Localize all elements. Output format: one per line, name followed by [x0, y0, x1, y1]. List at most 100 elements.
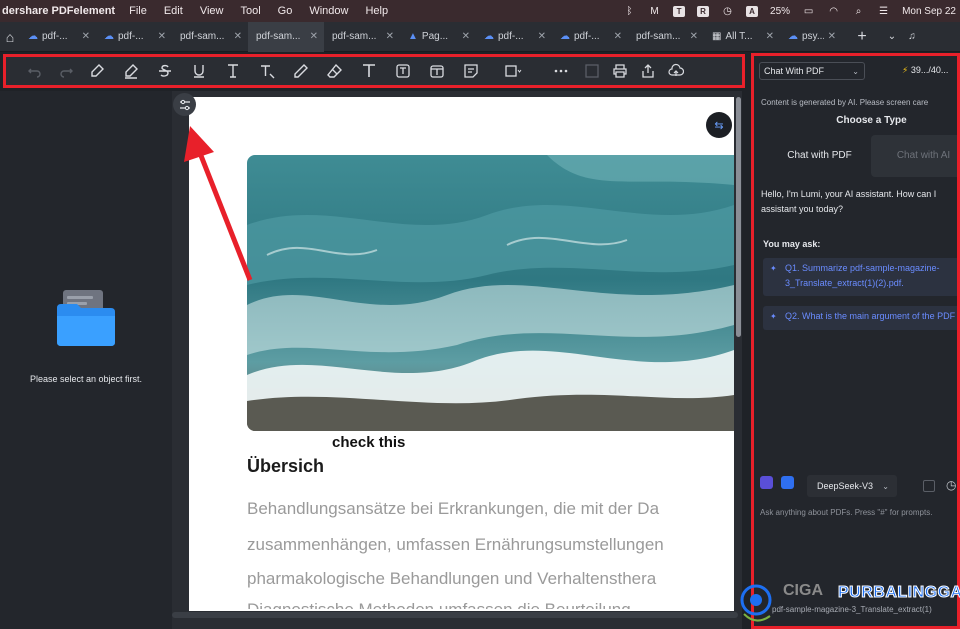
body-text-line[interactable]: Behandlungsansätze bei Erkrankungen, die…	[247, 499, 659, 519]
replace-text-icon[interactable]	[250, 58, 284, 84]
chevron-down-icon: ⌄	[882, 481, 889, 491]
share-icon[interactable]	[634, 58, 662, 84]
shape-rectangle-icon[interactable]	[488, 58, 538, 84]
close-icon[interactable]: ✕	[690, 31, 698, 42]
highlight-icon[interactable]	[80, 58, 114, 84]
menu-help[interactable]: Help	[365, 5, 388, 17]
tab-6[interactable]: ☁ pdf-... ✕	[476, 22, 552, 52]
suggested-question-2[interactable]: ✦ Q2. What is the main argument of the PD…	[763, 306, 957, 330]
chevron-down-icon[interactable]: ⌄	[882, 31, 902, 42]
chat-mode-select[interactable]: Chat With PDF ⌄	[759, 62, 865, 80]
insert-text-icon[interactable]	[216, 58, 250, 84]
horizontal-scrollbar[interactable]	[172, 612, 738, 618]
annotation-caption[interactable]: check this	[332, 434, 405, 451]
tab-label: pdf-sam...	[180, 31, 225, 42]
record-icon[interactable]: R	[697, 5, 710, 17]
wifi-icon[interactable]: ◠	[827, 5, 840, 17]
chat-with-ai-button[interactable]: Chat with AI	[871, 135, 957, 177]
tab-1[interactable]: ☁ pdf-... ✕	[96, 22, 172, 52]
page-settings-icon[interactable]	[173, 93, 196, 116]
text-box-tool-icon[interactable]	[352, 58, 386, 84]
close-icon[interactable]: ✕	[386, 31, 394, 42]
close-icon[interactable]: ✕	[310, 31, 318, 42]
tab-3[interactable]: pdf-sam... ✕	[248, 21, 324, 52]
tab-label: pdf-sam...	[636, 31, 681, 42]
body-text-line[interactable]: zusammenhängen, umfassen Ernährungsumste…	[247, 535, 664, 555]
text-app-icon[interactable]: T	[673, 5, 686, 17]
callout-icon[interactable]	[420, 58, 454, 84]
menu-view[interactable]: View	[200, 5, 224, 17]
eraser-icon[interactable]	[318, 58, 352, 84]
gmail-icon[interactable]: M	[648, 5, 661, 17]
assistant-greeting: Hello, I'm Lumi, your AI assistant. How …	[761, 189, 937, 214]
cloud-icon: ☁	[104, 31, 114, 42]
translate-icon[interactable]: ⇆	[706, 112, 732, 138]
print-icon[interactable]	[606, 58, 634, 84]
chat-with-pdf-button[interactable]: Chat with PDF	[767, 135, 872, 177]
tab-label: pdf-...	[42, 31, 68, 42]
tab-label: All T...	[725, 31, 753, 42]
close-icon[interactable]: ✕	[82, 31, 90, 42]
sticky-note-icon[interactable]	[454, 58, 488, 84]
search-icon[interactable]: ⌕	[852, 5, 865, 17]
close-icon[interactable]: ✕	[614, 31, 622, 42]
notification-bell-icon[interactable]: ♫	[902, 31, 922, 42]
ocean-wave-image[interactable]	[247, 155, 734, 431]
menu-file[interactable]: File	[129, 5, 147, 17]
close-icon[interactable]: ✕	[766, 31, 774, 42]
tab-5[interactable]: ▲ Pag... ✕	[400, 22, 476, 52]
tab-bar: ⌂ ☁ pdf-... ✕ ☁ pdf-... ✕ pdf-sam... ✕ pdf-sa…	[0, 21, 960, 52]
vertical-scrollbar[interactable]	[736, 97, 741, 337]
menubar-datetime[interactable]: Mon Sep 22	[902, 6, 956, 17]
tab-4[interactable]: pdf-sam... ✕	[324, 22, 400, 52]
menu-window[interactable]: Window	[309, 5, 348, 17]
properties-panel: Please select an object first.	[0, 91, 172, 629]
time-machine-icon[interactable]: ◷	[721, 5, 734, 17]
underline-icon[interactable]	[182, 58, 216, 84]
cloud-upload-icon[interactable]	[662, 58, 690, 84]
ocr-icon[interactable]	[578, 58, 606, 84]
new-tab-plus-icon[interactable]: +	[842, 28, 882, 46]
pencil-icon[interactable]	[284, 58, 318, 84]
ai-chat-input[interactable]: Ask anything about PDFs. Press "#" for p…	[760, 507, 957, 519]
clock-icon[interactable]: ◷	[946, 478, 956, 492]
history-icon[interactable]	[923, 480, 935, 492]
menu-tool[interactable]: Tool	[240, 5, 260, 17]
tab-8[interactable]: pdf-sam... ✕	[628, 22, 704, 52]
attach-file-icon[interactable]	[781, 476, 794, 489]
chat-mode-label: Chat With PDF	[764, 66, 825, 76]
close-icon[interactable]: ✕	[158, 31, 166, 42]
strikethrough-icon[interactable]	[148, 58, 182, 84]
textbox-frame-icon[interactable]	[386, 58, 420, 84]
tab-10[interactable]: ☁ psy... ✕	[780, 22, 842, 52]
menu-edit[interactable]: Edit	[164, 5, 183, 17]
ai-credits[interactable]: ⚡ 39.../40...	[902, 65, 948, 76]
document-heading[interactable]: Übersich	[247, 456, 324, 477]
app-name-menu[interactable]: dershare PDFelement	[0, 5, 115, 17]
battery-icon[interactable]: ▭	[802, 5, 815, 17]
close-icon[interactable]: ✕	[234, 31, 242, 42]
menu-go[interactable]: Go	[278, 5, 293, 17]
body-text-line[interactable]: pharmakologische Behandlungen und Verhal…	[247, 569, 656, 589]
tab-9[interactable]: ▦ All T... ✕	[704, 22, 780, 52]
control-center-icon[interactable]: ☰	[877, 5, 890, 17]
input-source-icon[interactable]: A	[746, 5, 759, 17]
home-icon[interactable]: ⌂	[0, 22, 20, 52]
ai-chat-panel: Chat With PDF ⌄ ⚡ 39.../40... Content is…	[751, 53, 960, 629]
model-select[interactable]: DeepSeek-V3 ⌄	[807, 475, 897, 497]
undo-icon[interactable]	[18, 58, 52, 84]
tab-0[interactable]: ☁ pdf-... ✕	[20, 22, 96, 52]
more-options-icon[interactable]	[544, 58, 578, 84]
bluetooth-icon[interactable]: ᛒ	[623, 5, 636, 17]
close-icon[interactable]: ✕	[462, 31, 470, 42]
no-selection-message: Please select an object first.	[29, 374, 143, 384]
suggested-question-1[interactable]: ✦ Q1. Summarize pdf-sample-magazine-3_Tra…	[763, 258, 957, 296]
close-icon[interactable]: ✕	[538, 31, 546, 42]
area-highlight-icon[interactable]	[114, 58, 148, 84]
empty-folder-icon	[57, 290, 115, 346]
ai-prompt-icon[interactable]	[760, 476, 773, 489]
redo-icon[interactable]	[52, 58, 80, 84]
tab-7[interactable]: ☁ pdf-... ✕	[552, 22, 628, 52]
close-icon[interactable]: ✕	[828, 31, 836, 42]
tab-2[interactable]: pdf-sam... ✕	[172, 22, 248, 52]
